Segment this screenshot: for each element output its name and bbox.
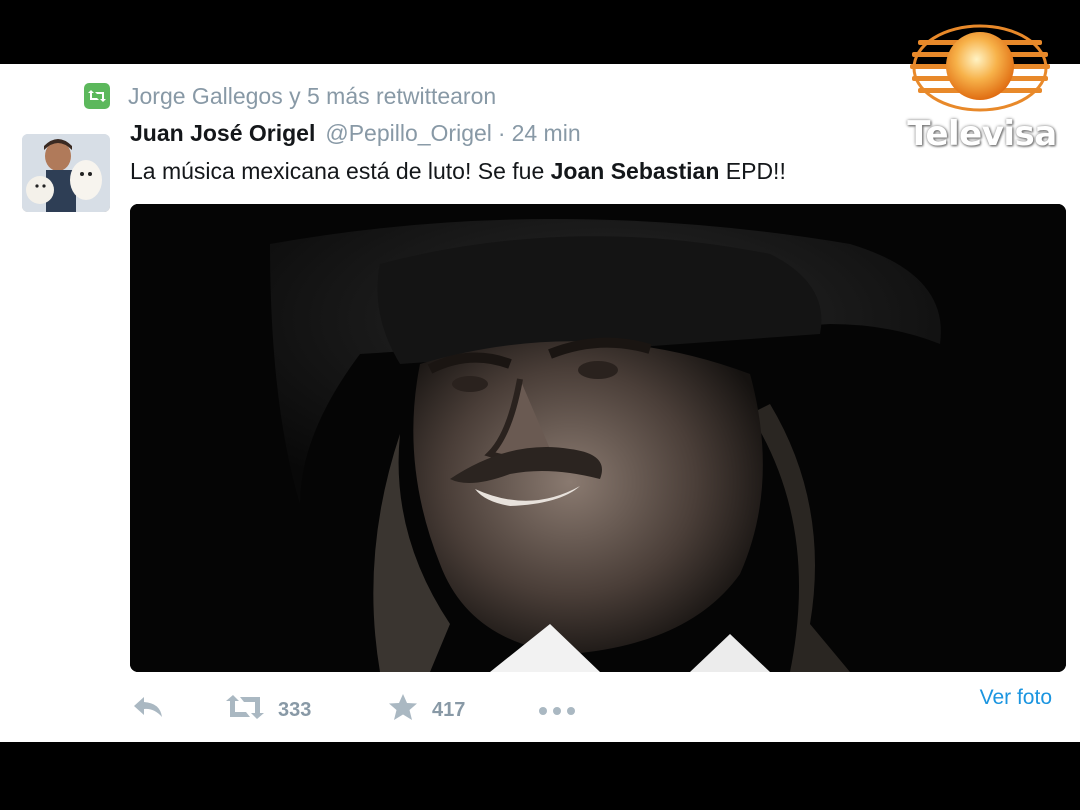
watermark-brand: Televisa (907, 114, 1057, 154)
reply-button[interactable] (132, 692, 164, 728)
avatar[interactable] (22, 134, 110, 212)
retweet-icon (84, 83, 110, 109)
tweet-text: La música mexicana está de luto! Se fue … (130, 158, 786, 185)
tweet-card[interactable]: Jorge Gallegos y 5 más retwittearon Juan… (0, 64, 1080, 742)
screen-frame: Jorge Gallegos y 5 más retwittearon Juan… (0, 0, 1080, 810)
tweet-photo[interactable] (130, 204, 1066, 672)
display-name[interactable]: Juan José Origel (130, 120, 315, 147)
retweet-context[interactable]: Jorge Gallegos y 5 más retwittearon (84, 82, 496, 110)
televisa-logo: Televisa (896, 18, 1064, 158)
tweet-text-bold: Joan Sebastian (550, 158, 720, 184)
favorite-button[interactable]: 417 (388, 692, 465, 728)
retweet-button[interactable]: 333 (226, 692, 311, 728)
tweet-timestamp[interactable]: 24 min (512, 120, 581, 147)
retweet-context-text: Jorge Gallegos y 5 más retwittearon (128, 82, 497, 109)
photo-illustration (130, 204, 1066, 672)
tweet-actions: 333 417 Ver foto (130, 686, 1066, 728)
retweet-count: 333 (278, 698, 312, 721)
tweet-text-part-1: La música mexicana está de luto! Se fue (130, 158, 551, 184)
view-photo-link[interactable]: Ver foto (980, 686, 1052, 710)
header-separator: · (497, 120, 506, 146)
reply-icon (132, 694, 164, 726)
televisa-sun-icon (910, 24, 1050, 112)
tweet-header: Juan José Origel @Pepillo_Origel · 24 mi… (130, 120, 581, 147)
more-button[interactable] (538, 692, 576, 728)
more-dots-icon (538, 699, 576, 722)
retweet-icon (226, 693, 264, 727)
tweet-text-part-2: EPD!! (719, 158, 786, 184)
user-handle[interactable]: @Pepillo_Origel (325, 120, 492, 147)
favorite-count: 417 (432, 698, 466, 721)
star-icon (388, 693, 418, 727)
